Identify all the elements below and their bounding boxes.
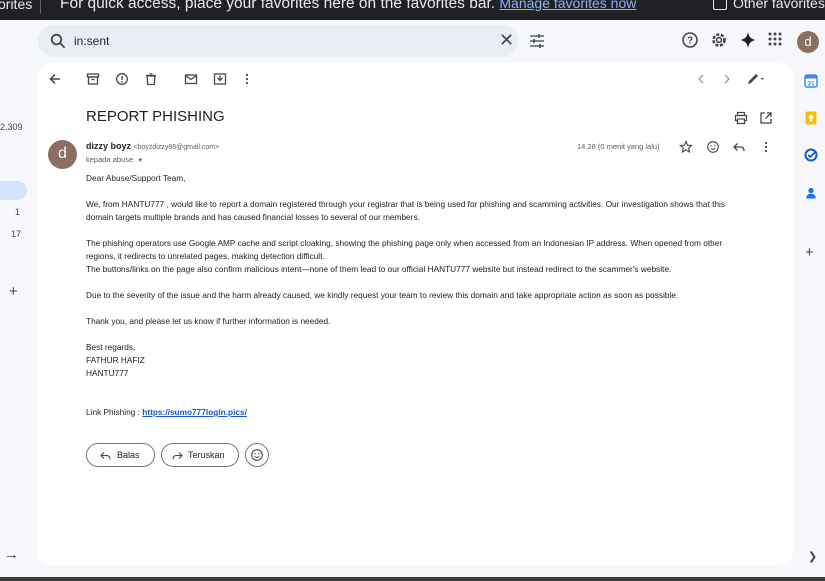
phishing-url-link[interactable]: https://sumo777login.pics/ [142, 407, 247, 417]
email-paragraph-line: Thank you, and please let us know if fur… [86, 316, 331, 326]
email-paragraph-line: regions, it redirects to unrelated pages… [86, 251, 325, 261]
phishing-link-label: Link Phishing : [86, 407, 143, 417]
svg-text:?: ? [687, 36, 693, 47]
email-subject: REPORT PHISHING [86, 108, 225, 125]
favorites-bar-message: For quick access, place your favorites h… [60, 0, 636, 13]
reply-arrow-icon [100, 452, 111, 460]
older-chevron-icon[interactable] [720, 72, 734, 86]
forward-arrow-icon [172, 452, 183, 460]
apps-grid-icon[interactable] [767, 31, 783, 47]
calendar-icon[interactable]: 31 [804, 74, 818, 88]
favorites-bar-divider [40, 0, 41, 14]
email-signature-line: Best regards, [86, 342, 136, 352]
search-bar[interactable]: in:sent ✕ [38, 25, 544, 57]
inbox-count: 2.309 [0, 122, 23, 132]
more-options-icon[interactable] [240, 72, 254, 86]
forward-button[interactable]: Teruskan [161, 443, 239, 467]
mark-unread-icon[interactable] [184, 72, 198, 86]
search-icon[interactable] [49, 32, 67, 50]
folder-icon [713, 0, 727, 11]
email-paragraph-line: Due to the severity of the issue and the… [86, 290, 679, 300]
other-favorites-label: Other favorites [733, 0, 825, 11]
email-timestamp: 14.28 (0 menit yang lalu) [577, 142, 660, 151]
email-paragraph-line: We, from HANTU777 , would like to report… [86, 199, 726, 209]
sidebar-count: 17 [11, 229, 22, 239]
settings-gear-icon[interactable] [710, 31, 728, 49]
other-favorites-button[interactable]: Other favorites [713, 0, 825, 11]
sender-avatar[interactable]: d [48, 140, 77, 169]
sidebar-count: 1 [15, 207, 21, 217]
emoji-icon [251, 449, 263, 461]
chevron-down-icon[interactable]: ▼ [137, 158, 143, 164]
gemini-sparkle-icon[interactable] [739, 31, 757, 49]
recipient-label: kepada abuse [86, 155, 134, 164]
help-icon[interactable]: ? [681, 31, 699, 49]
archive-icon[interactable] [86, 72, 100, 86]
email-paragraph-line: The buttons/links on the page also confi… [86, 264, 672, 274]
favorites-bar-message-text: For quick access, place your favorites h… [60, 0, 496, 12]
reply-button[interactable]: Balas [86, 443, 155, 467]
email-greeting: Dear Abuse/Support Team, [86, 173, 186, 183]
sender-email: <boyzdizzy86@gmail.com> [133, 144, 220, 151]
input-tools-pencil-icon[interactable] [746, 72, 768, 86]
delete-trash-icon[interactable] [144, 72, 158, 86]
emoji-reaction-button[interactable] [245, 443, 269, 467]
svg-text:31: 31 [807, 81, 815, 88]
reply-button-label: Balas [117, 450, 140, 460]
contacts-icon[interactable] [804, 186, 818, 200]
favorites-bar: orites For quick access, place your favo… [0, 0, 825, 20]
back-arrow-icon[interactable] [48, 72, 62, 86]
account-avatar[interactable]: d [797, 31, 819, 53]
show-side-panel-chevron-icon[interactable]: ❯ [808, 550, 817, 563]
email-view-card [38, 63, 793, 565]
forward-button-label: Teruskan [188, 450, 225, 460]
email-paragraph-line: The phishing operators use Google AMP ca… [86, 238, 723, 248]
report-spam-icon[interactable] [115, 72, 129, 86]
keep-notes-icon[interactable] [804, 111, 818, 125]
get-addons-plus-icon[interactable]: + [805, 244, 814, 261]
search-input[interactable]: in:sent [74, 34, 109, 48]
message-more-options-icon[interactable] [759, 140, 773, 154]
recipient-details-toggle[interactable]: kepada abuse ▼ [86, 155, 143, 164]
email-signature-line: FATHUR HAFIZ [86, 355, 145, 365]
email-signature-line: HANTU777 [86, 368, 129, 378]
add-label-icon[interactable]: + [9, 283, 18, 300]
sender-name[interactable]: dizzy boyz [86, 141, 131, 151]
email-paragraph-line: domain targets multiple brands and has c… [86, 212, 420, 222]
print-icon[interactable] [734, 111, 748, 125]
manage-favorites-link[interactable]: Manage favorites now [499, 0, 636, 11]
expand-arrow-icon[interactable]: → [4, 546, 19, 563]
favorites-bar-left-label: orites [0, 0, 33, 12]
sender-info: dizzy boyz <boyzdizzy86@gmail.com> [86, 141, 219, 151]
newer-chevron-icon[interactable] [694, 72, 708, 86]
search-options-icon[interactable] [529, 33, 545, 49]
open-new-window-icon[interactable] [759, 111, 773, 125]
clear-search-icon[interactable]: ✕ [499, 31, 515, 49]
sidebar-selected-item[interactable] [0, 181, 27, 200]
add-reaction-emoji-icon[interactable] [706, 140, 720, 154]
star-icon[interactable] [679, 140, 693, 154]
move-to-icon[interactable] [213, 72, 227, 86]
reply-icon[interactable] [732, 140, 746, 154]
taskbar-edge [0, 577, 825, 581]
tasks-icon[interactable] [804, 148, 818, 162]
phishing-link-line: Link Phishing : https://sumo777login.pic… [86, 406, 247, 419]
